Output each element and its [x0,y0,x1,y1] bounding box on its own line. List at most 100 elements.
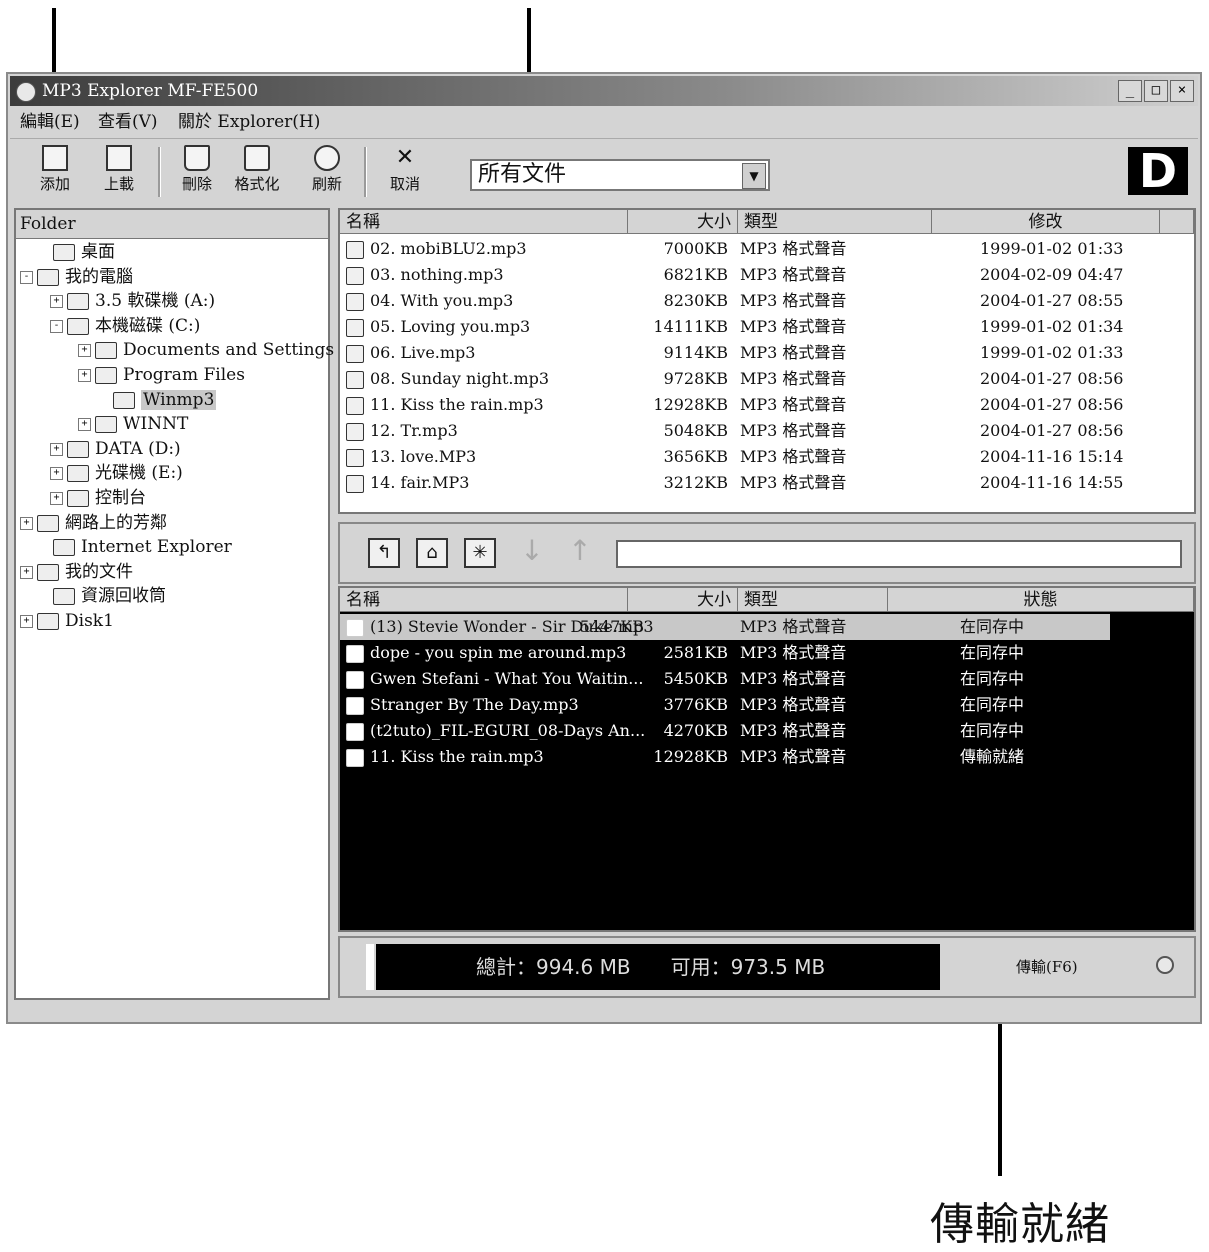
file-row[interactable]: 02. mobiBLU2.mp3 7000KB MP3 格式聲音 1999-01-02… [340,236,1194,262]
expand-toggle-icon[interactable]: + [78,418,91,432]
queue-file-type: MP3 格式聲音 [740,721,847,740]
expand-toggle-icon[interactable]: + [78,369,91,382]
file-row[interactable]: 13. love.MP3 3656KB MP3 格式聲音 2004-11-16 15:… [340,444,1194,470]
file-row[interactable]: 08. Sunday night.mp3 9728KB MP3 格式聲音 2004-0… [340,366,1194,392]
menu-edit[interactable]: 編輯(E) [20,108,80,136]
queue-file-type: MP3 格式聲音 [740,669,847,688]
file-size: 12928KB [653,395,728,414]
queue-file-status: 在同存中 [960,617,1025,636]
expand-toggle-icon[interactable]: + [20,516,33,530]
menu-about[interactable]: 關於 Explorer(H) [178,108,320,136]
chevron-down-icon[interactable]: ▼ [742,163,766,189]
device-path-input[interactable] [616,540,1182,568]
format-button[interactable]: 格式化 [232,145,282,199]
transfer-queue-pane[interactable]: 名稱 大小 類型 狀態 (13) Stevie Wonder - Sir Duk… [338,586,1196,932]
tree-item[interactable]: + DATA (D:) [50,437,181,461]
queue-row[interactable]: (13) Stevie Wonder - Sir Duke.mp3 5447KB M… [340,614,1110,640]
refresh-label: 刷新 [311,175,342,193]
tree-item[interactable]: + Program Files [78,363,245,387]
arrow-up-icon[interactable]: ↑ [564,537,596,568]
file-row[interactable]: 03. nothing.mp3 6821KB MP3 格式聲音 2004-02-09 … [340,262,1194,288]
queue-file-size: 2581KB [663,643,728,662]
tree-item[interactable]: +3.5 軟碟機 (A:) [50,289,215,313]
column-modified[interactable]: 修改 [932,210,1160,234]
expand-toggle-icon[interactable]: - [50,319,63,333]
file-filter-select[interactable]: 所有文件 ▼ [470,159,770,191]
upload-button[interactable]: 上載 [94,145,144,199]
queue-column-type[interactable]: 類型 [738,588,888,612]
file-name: 12. Tr.mp3 [370,421,458,440]
expand-toggle-icon[interactable]: + [50,295,63,309]
tree-item[interactable]: Winmp3 [96,388,217,412]
column-size[interactable]: 大小 [628,210,738,234]
queue-row[interactable]: (t2tuto)_FIL-EGURI_08-Days An... 4270KB MP… [340,718,1194,744]
maximize-button[interactable]: □ [1144,80,1168,102]
tree-item-label: Winmp3 [141,389,217,410]
expand-toggle-icon[interactable]: + [50,492,63,505]
file-size: 3212KB [663,473,728,492]
queue-column-status[interactable]: 狀態 [888,588,1194,612]
column-spacer [1160,210,1194,234]
queue-file-name: Stranger By The Day.mp3 [370,695,579,714]
expand-toggle-icon[interactable]: - [20,270,33,284]
menu-view[interactable]: 查看(V) [98,108,158,136]
audio-file-icon [346,345,364,363]
add-button[interactable]: 添加 [30,145,80,199]
folder-up-icon[interactable]: ↰ [368,538,400,568]
folder-tree-pane[interactable]: Folder 桌面 - 我的電腦 +3.5 軟碟機 (A:) - 本機磁碟 (C:) + Do… [14,208,334,1000]
file-row[interactable]: 05. Loving you.mp3 14111KB MP3 格式聲音 1999-01… [340,314,1194,340]
tree-item[interactable]: + Documents and Settings [78,338,334,362]
cancel-button[interactable]: ✕ 取消 [380,145,430,199]
file-name: 05. Loving you.mp3 [370,317,531,336]
tree-item[interactable]: + 網路上的芳鄰 [20,511,167,535]
queue-column-name[interactable]: 名稱 [340,588,628,612]
delete-button[interactable]: 刪除 [172,145,222,199]
column-name[interactable]: 名稱 [340,210,628,234]
expand-toggle-icon[interactable]: + [20,615,33,628]
file-list-pane[interactable]: 名稱 大小 類型 修改 02. mobiBLU2.mp3 7000KB MP3 格式… [338,208,1196,514]
brand-logo: D [1128,147,1188,195]
queue-file-size: 5450KB [663,669,728,688]
file-row[interactable]: 14. fair.MP3 3212KB MP3 格式聲音 2004-11-16 14:… [340,470,1194,496]
expand-toggle-icon[interactable]: + [20,565,33,579]
file-row[interactable]: 04. With you.mp3 8230KB MP3 格式聲音 2004-01-27… [340,288,1194,314]
tree-item[interactable]: - 我的電腦 [20,265,133,289]
tree-item[interactable]: Internet Explorer [36,535,232,559]
queue-file-size: 4270KB [663,721,728,740]
toolbar-separator [364,147,367,197]
tree-item[interactable]: + 控制台 [50,486,146,510]
tree-item[interactable]: + 光碟機 (E:) [50,461,183,485]
expand-toggle-icon[interactable]: + [78,344,91,358]
queue-column-size[interactable]: 大小 [628,588,738,612]
tree-item[interactable]: + WINNT [78,412,188,436]
close-icon: ✕ [395,145,415,170]
queue-row[interactable]: dope - you spin me around.mp3 2581KB MP3 格… [340,640,1194,666]
queue-row[interactable]: 11. Kiss the rain.mp3 12928KB MP3 格式聲音 傳輸就緒 [340,744,1194,770]
column-type[interactable]: 類型 [738,210,932,234]
tree-item[interactable]: - 本機磁碟 (C:) [50,314,200,338]
expand-toggle-icon[interactable]: + [50,442,63,456]
close-button[interactable]: × [1170,80,1194,102]
file-row[interactable]: 11. Kiss the rain.mp3 12928KB MP3 格式聲音 2004… [340,392,1194,418]
file-type: MP3 格式聲音 [740,317,847,336]
queue-row[interactable]: Gwen Stefani - What You Waitin... 5450KB M… [340,666,1194,692]
expand-toggle-icon[interactable]: + [50,467,63,481]
tree-item[interactable]: + 我的文件 [20,560,133,584]
cancel-label: 取消 [389,175,420,193]
home-icon[interactable]: ⌂ [416,538,448,568]
refresh-button[interactable]: 刷新 [302,145,352,199]
tree-item[interactable]: 桌面 [36,240,115,264]
file-row[interactable]: 06. Live.mp3 9114KB MP3 格式聲音 1999-01-02 01:… [340,340,1194,366]
file-size: 7000KB [663,239,728,258]
queue-row[interactable]: Stranger By The Day.mp3 3776KB MP3 格式聲音 在同存… [340,692,1194,718]
new-folder-icon[interactable]: ✳ [464,538,496,568]
file-name: 13. love.MP3 [370,447,477,466]
tree-item[interactable]: + Disk1 [20,609,114,633]
file-row[interactable]: 12. Tr.mp3 5048KB MP3 格式聲音 2004-01-27 08:56 [340,418,1194,444]
queue-file-type: MP3 格式聲音 [740,747,847,766]
tree-item[interactable]: 資源回收筒 [36,584,166,608]
minimize-button[interactable]: _ [1118,80,1142,102]
transfer-button[interactable] [1156,956,1174,974]
file-modified: 2004-01-27 08:55 [980,291,1124,310]
arrow-down-icon[interactable]: ↓ [516,537,548,568]
